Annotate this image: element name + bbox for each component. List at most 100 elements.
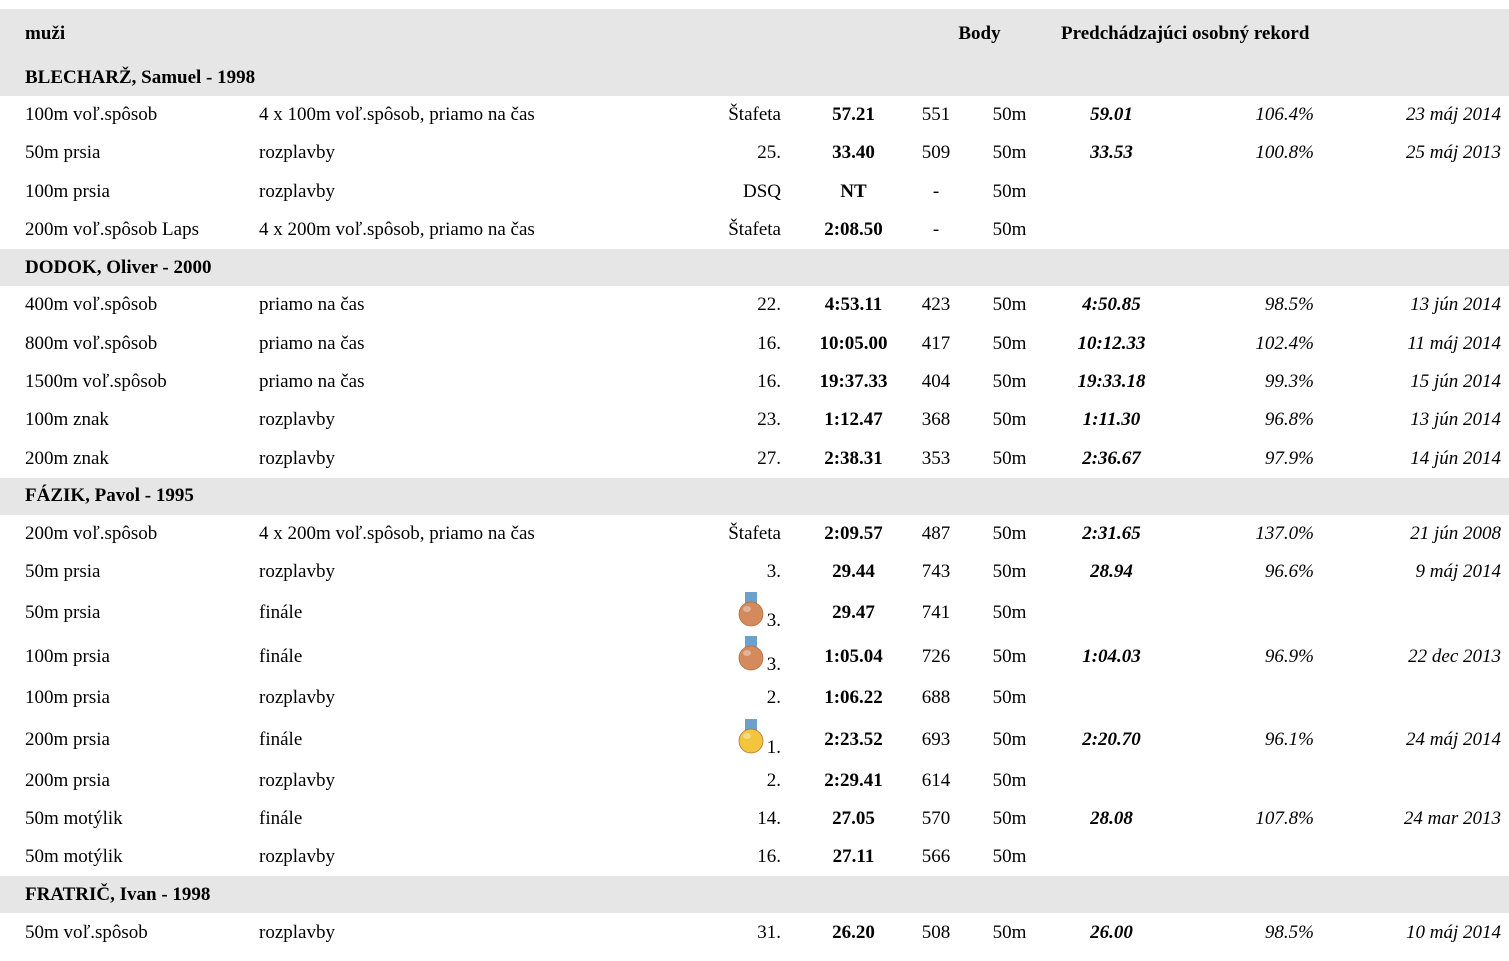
place: DSQ [742,180,781,202]
previous-best-time: 19:33.18 [1077,370,1146,392]
result-row: 200m prsia finále 1. 2:23.52 693 50m 2:20.70 96… [0,718,1509,762]
round-name: rozplavby [259,921,335,943]
previous-best-time: 1:11.30 [1082,409,1141,431]
result-row: 1500m voľ.spôsob priamo na čas 16. 19:37.33… [0,363,1509,401]
pool-length: 50m [992,921,1027,943]
result-row: 100m prsia rozplavby 2. 1:06.22 688 50m [0,679,1509,717]
pool-length: 50m [992,522,1027,544]
result-row: 50m prsia rozplavby 3. 29.44 743 50m 28.94 96.6… [0,553,1509,591]
percentage: 99.3% [1264,370,1314,392]
record-date [1322,679,1509,717]
result-time: 2:08.50 [824,219,883,241]
gold-medal-icon [738,718,764,753]
event-name: 200m voľ.spôsob Laps [25,219,199,241]
points-header: Body [906,9,1053,59]
result-time: 27.11 [832,846,875,868]
place-number: 3. [766,610,781,632]
result-time: 26.20 [832,921,875,943]
place: 27. [757,447,781,469]
record-date: 21 jún 2008 [1410,522,1502,544]
previous-best-time: 28.08 [1090,808,1133,829]
previous-best-time: 59.01 [1090,104,1133,126]
swimmer-name: BLECHARŽ, Samuel - 1998 [0,59,1509,96]
points: 726 [921,646,951,668]
swimmer-name: DODOK, Oliver - 2000 [0,249,1509,287]
place: 22. [757,294,781,316]
place-with-medal: 1. [737,718,781,758]
pool-length: 50m [992,332,1027,354]
percentage [1170,591,1322,635]
result-time: 2:38.31 [824,447,883,469]
pool-length: 50m [992,561,1027,583]
percentage: 107.8% [1255,808,1314,829]
result-time: 29.47 [832,602,875,624]
place: 16. [757,370,781,392]
previous-best-time [1053,762,1170,800]
round-name: rozplavby [259,687,335,709]
result-time: 10:05.00 [819,332,888,354]
results-body: muži Body Predchádzajúci osobný rekord B… [0,9,1509,952]
pool-length: 50m [992,846,1027,868]
record-date [1322,591,1509,635]
place: Štafeta [728,219,781,241]
percentage: 96.6% [1264,561,1314,583]
record-date [1322,211,1509,249]
place: 3. [664,591,801,635]
previous-best-time [1053,173,1170,211]
result-row: 100m voľ.spôsob 4 x 100m voľ.spôsob, pria… [0,96,1509,134]
place: Štafeta [728,104,781,126]
result-time: 33.40 [832,142,875,164]
result-time: NT [840,180,867,202]
points: 404 [921,370,951,392]
record-date: 11 máj 2014 [1407,332,1502,354]
points: 417 [921,332,951,354]
event-name: 100m prsia [25,687,110,709]
pool-length: 50m [992,409,1027,431]
result-row: 50m voľ.spôsob rozplavby 31. 26.20 508 50m 26.… [0,913,1509,951]
place: 3. [766,561,781,583]
percentage [1170,679,1322,717]
result-time: 19:37.33 [819,370,888,392]
swimmer-header-row: FÁZIK, Pavol - 1995 [0,477,1509,515]
place: Štafeta [728,522,781,544]
event-name: 100m znak [25,409,109,431]
points: 743 [921,561,951,583]
previous-best-time: 2:36.67 [1082,447,1141,469]
percentage [1170,838,1322,876]
round-name: finále [259,728,303,750]
place-with-medal: 3. [737,592,781,631]
swimmer-header-row: FRATRIČ, Ivan - 1998 [0,876,1509,914]
event-name: 200m voľ.spôsob [25,522,158,544]
result-row: 50m prsia rozplavby 25. 33.40 509 50m 33.53 100… [0,134,1509,172]
result-time: 2:23.52 [824,728,883,750]
event-name: 50m prsia [25,602,101,624]
pool-length: 50m [992,687,1027,709]
place: 16. [757,846,781,868]
round-name: rozplavby [259,142,335,164]
result-time: 29.44 [832,561,875,583]
event-name: 50m voľ.spôsob [25,921,148,943]
round-name: 4 x 200m voľ.spôsob, priamo na čas [259,522,535,544]
percentage: 98.5% [1264,294,1314,316]
percentage: 106.4% [1255,104,1314,126]
points: - [932,219,940,241]
points: 487 [921,522,951,544]
pool-length: 50m [992,142,1027,164]
result-row: 400m voľ.spôsob priamo na čas 22. 4:53.11 42… [0,286,1509,324]
pool-length: 50m [992,180,1027,202]
result-row: 50m prsia finále 3. 29.47 741 50m [0,591,1509,635]
points: 688 [921,687,951,709]
percentage: 100.8% [1255,142,1314,164]
points: 614 [921,769,951,791]
round-name: rozplavby [259,180,335,202]
previous-best-time: 2:31.65 [1082,522,1141,544]
result-row: 100m prsia rozplavby DSQ NT - 50m [0,173,1509,211]
result-row: 100m znak rozplavby 23. 1:12.47 368 50m 1:11.3… [0,401,1509,439]
place: 1. [664,718,801,762]
round-name: finále [259,646,303,668]
record-date [1322,762,1509,800]
pool-length: 50m [992,602,1027,624]
round-name: priamo na čas [259,370,365,392]
points: 423 [921,294,951,316]
event-name: 1500m voľ.spôsob [25,370,167,392]
